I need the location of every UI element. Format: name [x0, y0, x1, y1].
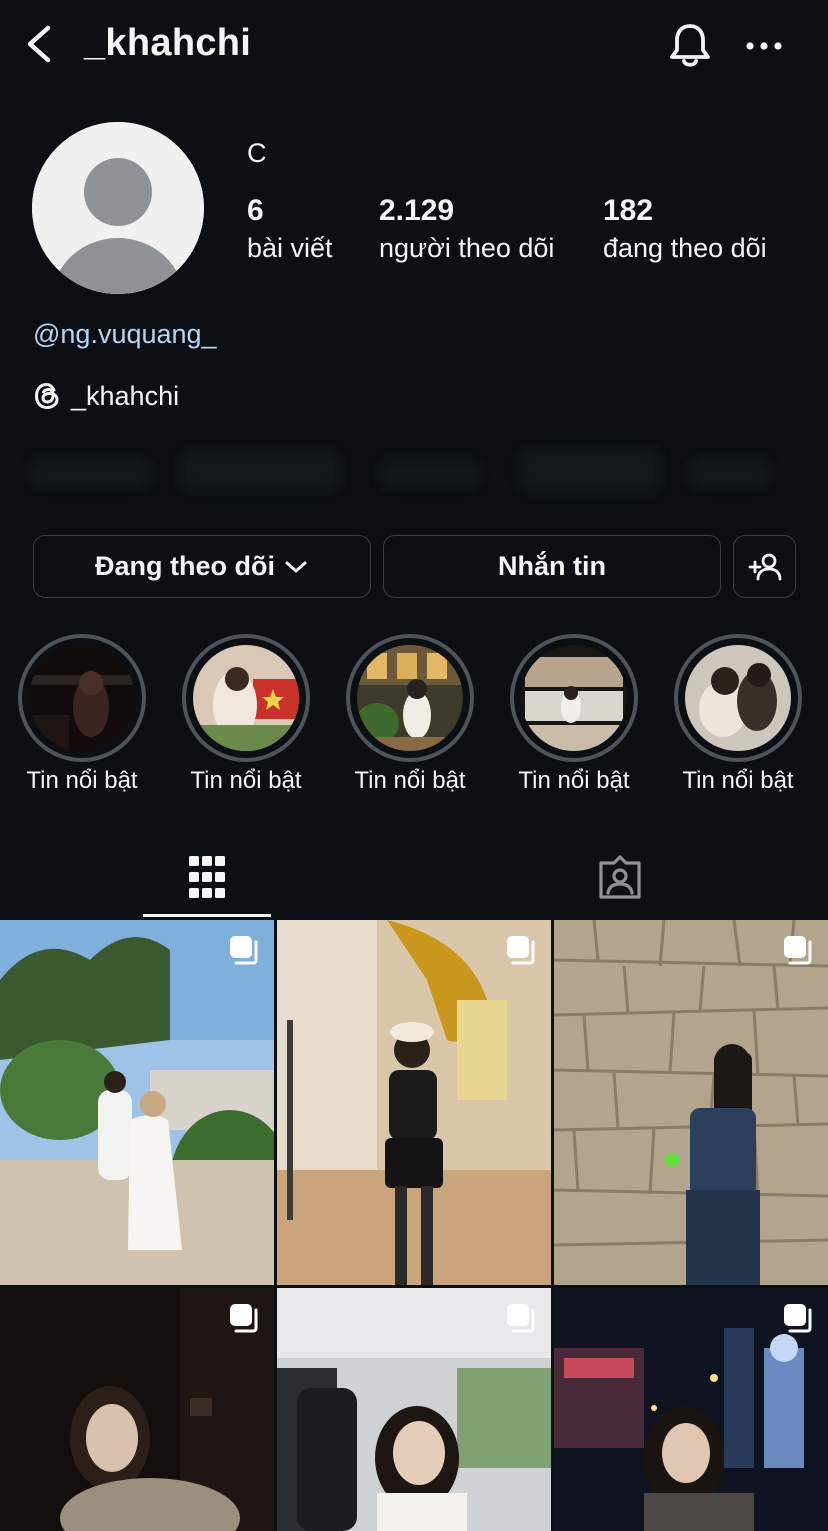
highlight-ring [674, 634, 802, 762]
post-thumbnail[interactable] [554, 1288, 828, 1531]
multiple-photos-icon [784, 1304, 812, 1333]
highlight-item[interactable]: Tin nổi bật [673, 634, 803, 795]
suggested-users-button[interactable] [733, 535, 796, 598]
highlight-ring [182, 634, 310, 762]
profile-avatar[interactable] [32, 122, 204, 294]
following-button-label: Đang theo dõi [95, 551, 275, 581]
highlight-label: Tin nổi bật [354, 767, 466, 794]
multiple-photos-icon [784, 936, 812, 965]
profile-tabs [0, 835, 828, 920]
highlight-item[interactable]: Tin nổi bật [17, 634, 147, 795]
grid-icon [189, 855, 225, 898]
stat-following-label: đang theo dõi [603, 233, 767, 263]
default-avatar-icon [32, 122, 204, 294]
message-button[interactable]: Nhắn tin [383, 535, 721, 598]
tab-tagged[interactable] [556, 835, 684, 918]
tagged-person-icon [599, 854, 641, 899]
highlight-item[interactable]: Tin nổi bật [509, 634, 639, 795]
post-thumbnail[interactable] [554, 920, 828, 1285]
post-thumbnail[interactable] [0, 920, 274, 1285]
post-thumbnail[interactable] [277, 920, 551, 1285]
more-options-button[interactable] [742, 28, 786, 64]
highlight-ring [346, 634, 474, 762]
stat-posts-count: 6 [247, 194, 264, 227]
posts-grid [0, 920, 828, 1531]
stat-followers-count: 2.129 [379, 194, 455, 227]
black-outfit-photo [277, 920, 551, 1285]
tab-posts-grid[interactable] [143, 835, 271, 918]
stat-posts-label: bài viết [247, 233, 333, 263]
post-thumbnail[interactable] [0, 1288, 274, 1531]
stat-posts: 6 bài viết [247, 194, 333, 264]
back-button[interactable] [20, 22, 60, 66]
highlight-ring [18, 634, 146, 762]
top-bar: _khahchi [0, 0, 828, 90]
multiple-photos-icon [230, 936, 258, 965]
notifications-button[interactable] [664, 20, 716, 72]
chevron-left-icon [27, 25, 51, 63]
highlight-cover-image [521, 645, 627, 751]
multiple-photos-icon [230, 1304, 258, 1333]
profile-username-title: _khahchi [84, 22, 252, 64]
highlight-cover-image [357, 645, 463, 751]
threads-handle: _khahchi [71, 380, 180, 411]
more-horizontal-icon [746, 42, 782, 50]
highlight-label: Tin nổi bật [682, 767, 794, 794]
profile-display-name: C [247, 138, 267, 168]
threads-profile-link[interactable]: _khahchi [33, 378, 179, 414]
add-user-icon [748, 553, 781, 580]
stat-following-count: 182 [603, 194, 654, 227]
highlight-label: Tin nổi bật [190, 767, 302, 794]
highlight-cover-image [685, 645, 791, 751]
highlight-cover-image [193, 645, 299, 751]
threads-icon [34, 382, 59, 410]
highlight-label: Tin nổi bật [518, 767, 630, 794]
blurred-bio-area [20, 440, 780, 510]
stat-followers-label: người theo dõi [379, 233, 555, 263]
chevron-down-icon [285, 561, 307, 572]
highlight-cover-image [29, 645, 135, 751]
multiple-photos-icon [507, 936, 535, 965]
beach-couple-photo [0, 920, 274, 1285]
stone-wall-photo [554, 920, 828, 1285]
multiple-photos-icon [507, 1304, 535, 1333]
post-thumbnail[interactable] [277, 1288, 551, 1531]
bio-mention-link[interactable]: @ng.vuquang_ [33, 319, 217, 350]
bell-icon [670, 24, 710, 67]
active-tab-indicator [143, 914, 271, 917]
following-dropdown-button[interactable]: Đang theo dõi [33, 535, 371, 598]
stat-followers[interactable]: 2.129 người theo dõi [379, 194, 554, 264]
stat-following[interactable]: 182 đang theo dõi [603, 194, 767, 264]
message-button-label: Nhắn tin [498, 551, 606, 581]
highlight-ring [510, 634, 638, 762]
highlight-item[interactable]: Tin nổi bật [345, 634, 475, 795]
highlight-label: Tin nổi bật [26, 767, 138, 794]
highlight-item[interactable]: Tin nổi bật [181, 634, 311, 795]
